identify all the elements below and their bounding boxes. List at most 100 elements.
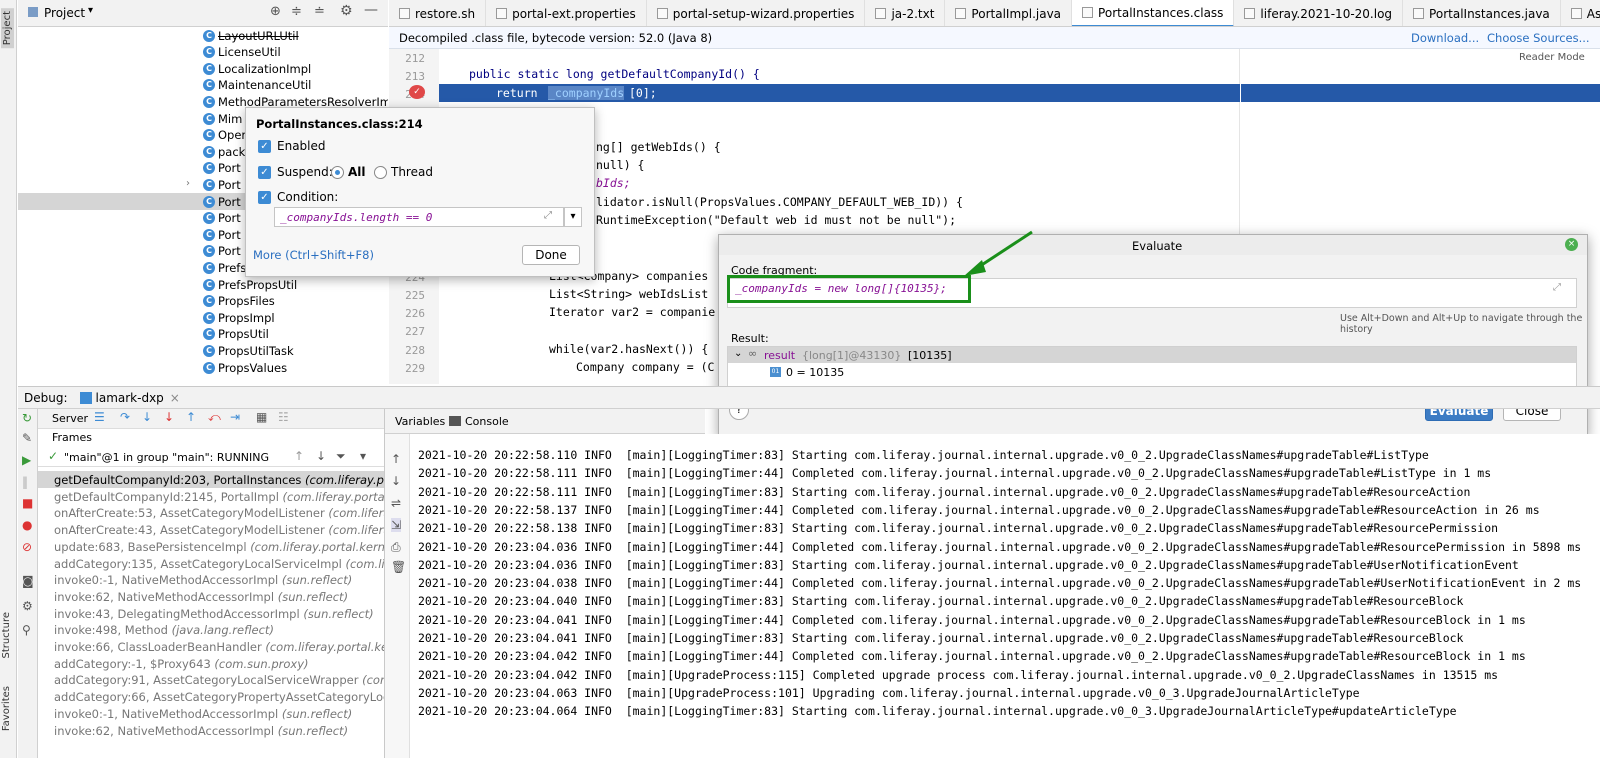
stack-frame[interactable]: invoke:498, Method (java.lang.reflect) [54,623,274,640]
editor-tab[interactable]: liferay.2021-10-20.log [1234,0,1404,26]
force-step-into-icon[interactable]: ↓ [164,410,174,424]
session-tab[interactable]: lamark-dxp [96,391,164,405]
camera-icon[interactable]: ◙ [22,574,34,588]
enabled-checkbox[interactable]: ✓ Enabled [258,139,326,153]
tree-item[interactable]: C PrefsPropsUtil [203,276,297,293]
drop-frame-icon[interactable]: ⤺ [208,410,221,425]
frames-tab[interactable]: Frames [52,431,92,444]
stack-frame[interactable]: invoke:43, DelegatingMethodAccessorImpl … [54,607,374,624]
collapse-all-icon[interactable]: ≐ [314,4,325,19]
tree-item[interactable]: C Port [203,176,241,193]
stack-frame[interactable]: addCategory:66, AssetCategoryPropertyAss… [54,690,384,707]
stack-frame[interactable]: onAfterCreate:43, AssetCategoryModelList… [54,523,384,540]
tree-item[interactable]: C Port [203,226,241,243]
tree-item[interactable]: C Port [203,193,241,210]
scroll-end-icon[interactable]: ⇲ [391,518,402,532]
editor-tab[interactable]: restore.sh [389,0,487,26]
tree-item[interactable]: C PropsUtil [203,326,269,343]
layout-icon[interactable]: ☰ [94,410,105,424]
editor-tab[interactable]: AssetCategoryM [1561,0,1600,26]
stack-frame[interactable]: getDefaultCompanyId:2145, PortalImpl (co… [54,490,384,507]
rerun-icon[interactable]: ↻ [22,411,32,425]
stack-frame[interactable]: addCategory:-1, $Proxy643 (com.sun.proxy… [54,657,309,674]
close-icon[interactable]: × [1565,238,1578,251]
stack-frame[interactable]: invoke:62, NativeMethodAccessorImpl (sun… [54,724,348,741]
tree-item[interactable]: C Oper [203,127,246,144]
console-tab[interactable]: Console [465,415,509,428]
tree-item[interactable]: C LicenseUtil [203,44,281,61]
stack-frame[interactable]: addCategory:135, AssetCategoryLocalServi… [54,557,384,574]
stack-frame[interactable]: invoke0:-1, NativeMethodAccessorImpl (su… [54,573,352,590]
chevron-down-icon[interactable]: ▾ [360,449,366,463]
tree-item[interactable]: C LayoutURLUtil [203,27,299,44]
editor-tab[interactable]: PortalImpl.java [945,0,1073,26]
stack-frame[interactable]: addCategory:91, AssetCategoryLocalServic… [54,673,384,690]
project-tool-tab[interactable]: Project [1,8,14,49]
mute-breakpoints-icon[interactable]: ⊘ [22,540,32,554]
pin-icon[interactable]: ⚲ [22,623,31,637]
stack-frame[interactable]: getDefaultCompanyId:203, PortalInstances… [54,473,384,490]
locate-icon[interactable]: ⊕ [270,4,281,19]
step-into-icon[interactable]: ↓ [142,410,152,424]
tree-item[interactable]: C Port [203,243,241,260]
stop-icon[interactable]: ■ [22,496,33,510]
trash-icon[interactable]: 🗑 [391,560,406,574]
step-out-icon[interactable]: ↑ [186,410,196,424]
tree-item[interactable]: C PropsFiles [203,293,275,310]
tree-item[interactable]: C LocalizationImpl [203,60,311,77]
variables-tab[interactable]: Variables [395,415,445,428]
chevron-right-icon[interactable]: › [186,178,190,189]
tree-item[interactable]: C Port [203,160,241,177]
resume-icon[interactable]: ▶ [22,453,31,467]
print-icon[interactable]: ⎙ [391,540,401,555]
reader-mode-toggle[interactable]: Reader Mode [1519,52,1585,63]
tree-item[interactable]: C Prefs [203,259,246,276]
tree-item[interactable]: C PropsImpl [203,309,275,326]
suspend-checkbox[interactable]: ✓ Suspend: [258,165,333,179]
down-icon[interactable]: ↓ [316,449,326,463]
gear-icon[interactable]: ⚙ [340,3,353,19]
pause-icon[interactable]: ‖ [22,475,28,489]
expand-all-icon[interactable]: ≑ [291,4,302,19]
minimize-icon[interactable]: — [364,2,378,18]
history-dropdown[interactable]: ▾ [564,207,582,227]
done-button[interactable]: Done [522,245,580,265]
close-icon[interactable]: × [170,391,180,405]
project-title[interactable]: Project [44,6,85,20]
editor-tab[interactable]: PortalInstances.java [1403,0,1561,26]
step-over-icon[interactable]: ↷ [120,410,130,424]
download-link[interactable]: Download... [1411,31,1479,45]
more-link[interactable]: More (Ctrl+Shift+F8) [253,248,374,262]
evaluate-icon[interactable]: ▦ [256,410,267,424]
run-to-cursor-icon[interactable]: ⇥ [230,410,240,424]
condition-input[interactable]: _companyIds.length == 0 [274,207,564,227]
suspend-thread-radio[interactable]: Thread [374,165,433,179]
expand-icon[interactable]: ⤢ [1553,282,1561,293]
tree-item[interactable]: Cpack [203,143,245,160]
tree-item[interactable]: C PropsValues [203,359,287,376]
soft-wrap-icon[interactable]: ⇌ [391,496,401,510]
up-icon[interactable]: ↑ [391,452,401,466]
editor-tab[interactable]: portal-setup-wizard.properties [647,0,866,26]
filter-icon[interactable]: ⏷ [336,449,346,464]
gear-icon[interactable]: ⚙ [22,599,33,613]
stack-frame[interactable]: update:683, BasePersistenceImpl (com.lif… [54,540,384,557]
stack-frame[interactable]: onAfterCreate:53, AssetCategoryModelList… [54,506,384,523]
chevron-down-icon[interactable]: ⌄ [734,348,742,359]
expand-icon[interactable]: ⤢ [544,210,552,221]
settings-icon[interactable]: ✎ [22,431,32,445]
up-icon[interactable]: ↑ [294,449,304,463]
editor-tab[interactable]: PortalInstances.class [1072,0,1235,26]
trace-icon[interactable]: ☷ [278,410,289,424]
tree-item[interactable]: C Mim [203,110,242,127]
editor-tab[interactable]: ja-2.txt [865,0,946,26]
stack-frame[interactable]: invoke:66, ClassLoaderBeanHandler (com.l… [54,640,384,657]
chevron-down-icon[interactable]: ▾ [88,5,93,16]
stack-frame[interactable]: invoke0:-1, NativeMethodAccessorImpl (su… [54,707,352,724]
breakpoint-icon[interactable]: ✓ [409,85,425,99]
tree-item[interactable]: C MaintenanceUtil [203,77,311,94]
editor-tab[interactable]: portal-ext.properties [486,0,647,26]
structure-tool-tab[interactable]: Structure [1,612,12,659]
stack-frame[interactable]: invoke:62, NativeMethodAccessorImpl (sun… [54,590,348,607]
tree-item[interactable]: C PropsUtilTask [203,342,294,359]
